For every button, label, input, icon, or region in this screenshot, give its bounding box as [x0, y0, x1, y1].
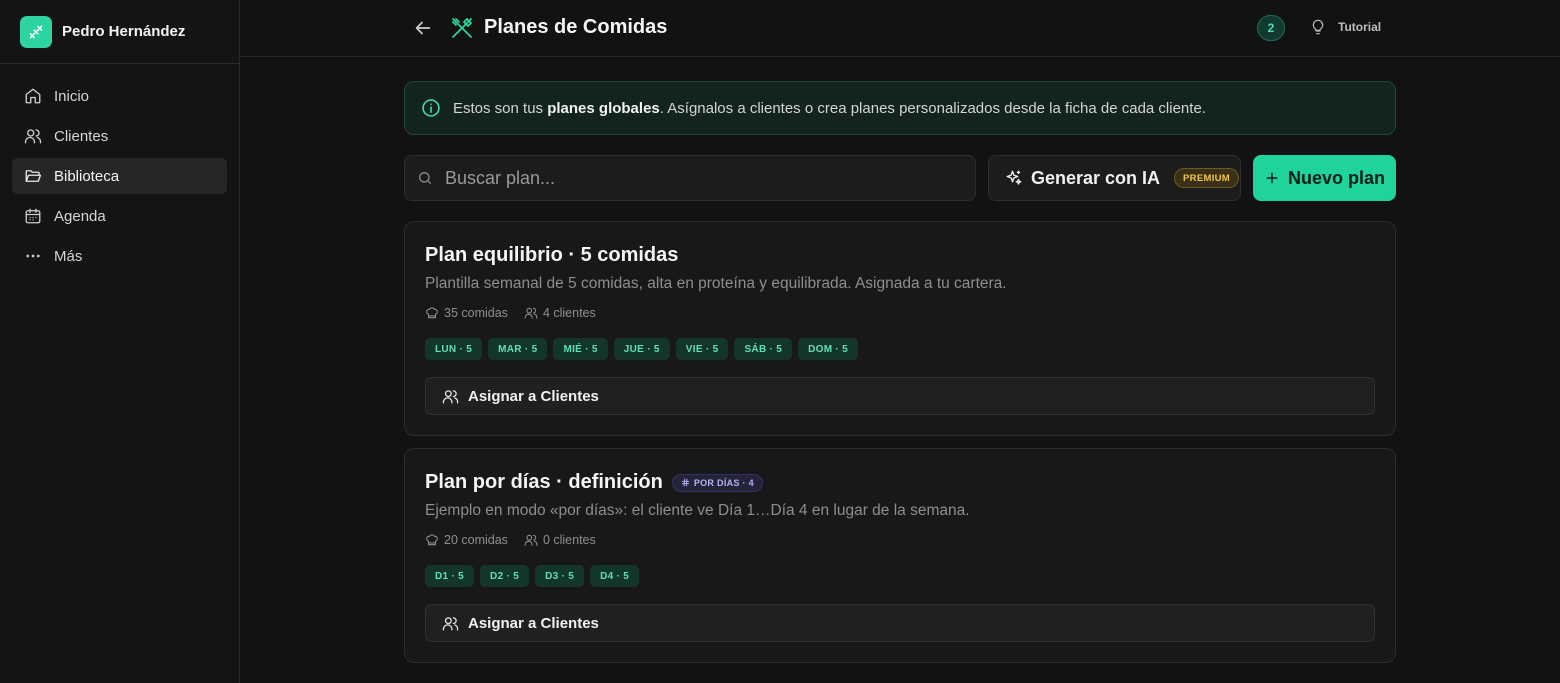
- plan-meta: 35 comidas 4 clientes: [425, 306, 612, 320]
- user-name: Pedro Hernández: [62, 23, 186, 40]
- chef-hat-icon: [426, 307, 438, 319]
- sidebar-item-agenda[interactable]: Agenda: [12, 198, 227, 234]
- sidebar-item-label: Biblioteca: [54, 167, 120, 185]
- clients-count: 0 clientes: [524, 533, 596, 547]
- sidebar-item-mas[interactable]: Más: [12, 238, 227, 274]
- plan-title[interactable]: Plan por días · definición: [425, 471, 663, 494]
- generate-ai-button[interactable]: Generar con IA PREMIUM: [988, 155, 1241, 201]
- utensils-crossed-icon: [450, 16, 474, 40]
- search-box[interactable]: [404, 155, 976, 201]
- page-title: Planes de Comidas: [484, 16, 668, 38]
- day-chip: VIE · 5: [675, 338, 729, 360]
- mode-badge: POR DÍAS · 4: [671, 473, 763, 492]
- tutorial-button[interactable]: Tutorial: [1310, 19, 1381, 35]
- lightbulb-icon: [1312, 19, 1324, 35]
- generate-ai-label: Generar con IA: [1031, 167, 1161, 188]
- info-banner: Estos son tus planes globales. Asígnalos…: [404, 81, 1396, 135]
- sidebar-item-clientes[interactable]: Clientes: [12, 118, 227, 154]
- search-input[interactable]: [445, 167, 945, 189]
- folder-open-icon: [24, 167, 42, 185]
- plan-card: Plan equilibrio · 5 comidas Plantilla se…: [404, 221, 1396, 436]
- day-chips: LUN · 5 MAR · 5 MIÉ · 5 JUE · 5 VIE · 5 …: [425, 338, 864, 360]
- day-chip: SÁB · 5: [734, 338, 793, 360]
- users-icon: [442, 389, 459, 404]
- assign-clients-label: Asignar a Clientes: [468, 387, 599, 405]
- day-chip: D4 · 5: [590, 565, 640, 587]
- calendar-icon: [24, 207, 42, 225]
- info-icon: [422, 99, 440, 117]
- day-chip: MAR · 5: [488, 338, 548, 360]
- sidebar-item-label: Clientes: [54, 127, 109, 145]
- meals-count: 35 comidas: [425, 306, 508, 320]
- users-icon: [442, 616, 459, 631]
- top-bar: Planes de Comidas 2 Tutorial: [240, 0, 1560, 57]
- day-chip: MIÉ · 5: [553, 338, 608, 360]
- plus-icon: [1266, 172, 1278, 184]
- day-chips: D1 · 5 D2 · 5 D3 · 5 D4 · 5: [425, 565, 645, 587]
- users-icon: [524, 534, 538, 546]
- app-logo-icon[interactable]: [20, 15, 52, 48]
- assign-clients-label: Asignar a Clientes: [468, 614, 599, 632]
- sidebar-item-label: Agenda: [54, 207, 106, 225]
- sidebar: Pedro Hernández Inicio Clientes Bibliote…: [0, 0, 240, 683]
- chef-hat-icon: [426, 534, 438, 546]
- plan-description: Ejemplo en modo «por días»: el cliente v…: [425, 502, 970, 519]
- users-icon: [524, 307, 538, 319]
- home-icon: [24, 87, 42, 105]
- meals-count: 20 comidas: [425, 533, 508, 547]
- sidebar-nav: Inicio Clientes Biblioteca Agenda Más: [0, 64, 239, 274]
- assign-clients-button[interactable]: Asignar a Clientes: [425, 377, 1375, 415]
- plan-description: Plantilla semanal de 5 comidas, alta en …: [425, 275, 1007, 292]
- plan-card: Plan por días · definición POR DÍAS · 4 …: [404, 448, 1396, 663]
- search-icon: [419, 172, 431, 184]
- hash-icon: [681, 478, 689, 487]
- sidebar-item-biblioteca[interactable]: Biblioteca: [12, 158, 227, 194]
- new-plan-label: Nuevo plan: [1287, 167, 1385, 188]
- day-chip: LUN · 5: [425, 338, 483, 360]
- day-chip: D2 · 5: [480, 565, 530, 587]
- notification-badge[interactable]: 2: [1257, 15, 1285, 41]
- more-dots-icon: [24, 247, 42, 265]
- back-arrow-icon[interactable]: [412, 17, 434, 39]
- day-chip: JUE · 5: [613, 338, 670, 360]
- sidebar-item-label: Inicio: [54, 87, 90, 105]
- premium-badge: PREMIUM: [1174, 168, 1240, 188]
- assign-clients-button[interactable]: Asignar a Clientes: [425, 604, 1375, 642]
- sidebar-item-label: Más: [54, 247, 83, 265]
- day-chip: D1 · 5: [425, 565, 475, 587]
- day-chip: D3 · 5: [535, 565, 585, 587]
- info-text: Estos son tus planes globales. Asígnalos…: [453, 99, 1206, 117]
- plan-meta: 20 comidas 0 clientes: [425, 533, 612, 547]
- day-chip: DOM · 5: [798, 338, 859, 360]
- sidebar-header: Pedro Hernández: [0, 0, 239, 64]
- info-text-bold: planes globales: [547, 99, 660, 117]
- tutorial-label: Tutorial: [1338, 20, 1382, 34]
- plan-title[interactable]: Plan equilibrio · 5 comidas: [425, 244, 678, 267]
- new-plan-button[interactable]: Nuevo plan: [1253, 155, 1396, 201]
- clients-count: 4 clientes: [524, 306, 596, 320]
- sparkles-icon: [1006, 170, 1022, 185]
- users-icon: [24, 127, 42, 145]
- sidebar-item-inicio[interactable]: Inicio: [12, 78, 227, 114]
